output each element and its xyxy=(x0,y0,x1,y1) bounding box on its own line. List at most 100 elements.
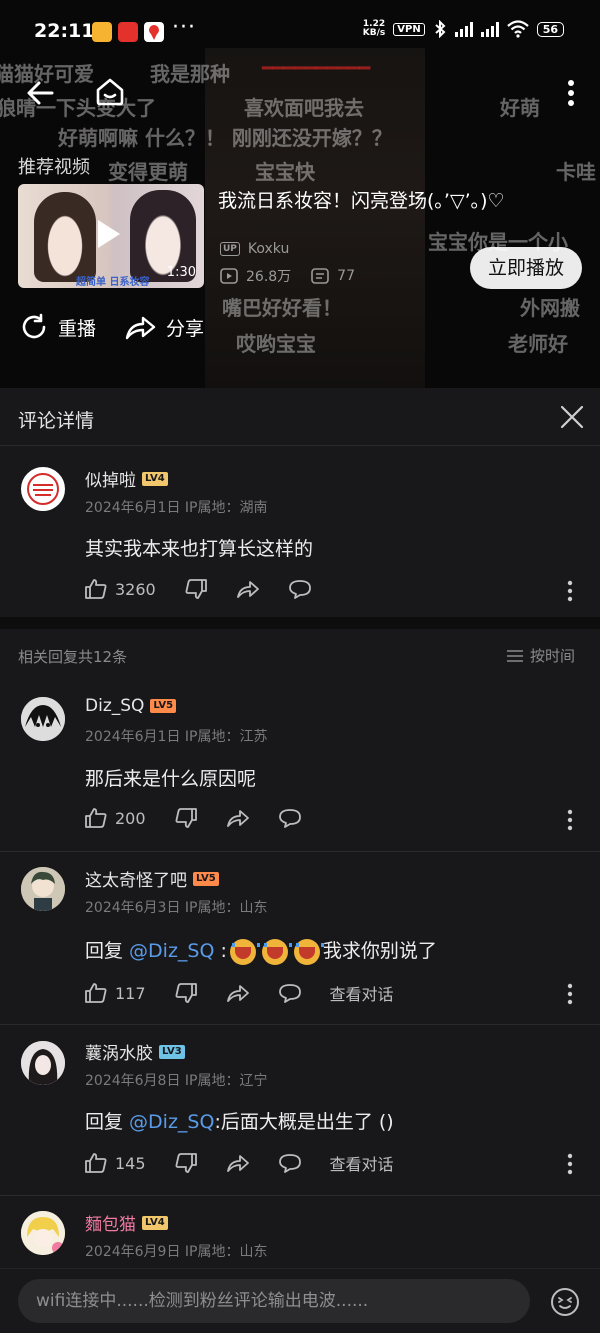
like-count: 3260 xyxy=(115,579,156,599)
level-badge: LV3 xyxy=(159,1044,185,1059)
thumbs-down-icon xyxy=(175,808,197,828)
play-now-button[interactable]: 立即播放 xyxy=(470,247,582,289)
danmaku: 喜欢面吧我去 xyxy=(244,96,364,120)
close-icon[interactable] xyxy=(559,404,585,430)
username[interactable]: 似掉啦 LV4 xyxy=(85,466,168,491)
uploader-row[interactable]: UP Koxku xyxy=(220,241,289,257)
comment-text: 回复 @Diz_SQ:后面大概是出生了 () xyxy=(85,1111,394,1133)
share-icon xyxy=(226,1155,249,1172)
shop-app-icon xyxy=(118,22,138,42)
share-comment-button[interactable] xyxy=(226,807,250,829)
view-conversation-link[interactable]: 查看对话 xyxy=(330,981,394,1005)
comment-text: 其实我本来也打算长这样的 xyxy=(85,538,314,560)
emoji-icon[interactable] xyxy=(550,1287,580,1317)
level-badge: LV4 xyxy=(142,471,168,486)
reply-button[interactable] xyxy=(278,982,302,1004)
network-speed: 1.22 KB/s xyxy=(362,19,386,38)
comment-bubble-icon xyxy=(288,580,311,599)
reply-button[interactable] xyxy=(278,807,302,829)
danmaku-count-icon xyxy=(311,268,329,284)
share-label: 分享 xyxy=(166,317,205,340)
avatar[interactable] xyxy=(21,1211,65,1255)
thumbs-up-icon xyxy=(85,983,107,1003)
like-button[interactable]: 117 xyxy=(84,982,146,1004)
thumbs-up-icon xyxy=(85,1153,107,1173)
more-vertical-icon[interactable] xyxy=(564,983,576,1005)
danmaku: 卡哇 xyxy=(556,160,596,184)
avatar[interactable] xyxy=(21,1041,65,1085)
share-button[interactable]: 分享 xyxy=(124,313,204,341)
username[interactable]: Diz_SQ LV5 xyxy=(85,696,177,716)
replay-button[interactable]: 重播 xyxy=(20,313,96,341)
comment-meta: 2024年6月8日 IP属地：辽宁 xyxy=(85,1073,268,1089)
share-icon xyxy=(226,985,249,1002)
video-player[interactable]: 猫猫好可爱 我是那种 ━━━━━━━━━━ 狼晴一下头变大了 喜欢面吧我去 好萌… xyxy=(0,0,600,388)
thumbs-down-icon xyxy=(185,579,207,599)
view-count: 26.8万 xyxy=(246,269,292,285)
username[interactable]: 蘘涡水胶 LV3 xyxy=(85,1039,185,1064)
dislike-button[interactable] xyxy=(174,807,198,829)
mention-link[interactable]: @Diz_SQ xyxy=(129,1111,214,1133)
recommended-label: 推荐视频 xyxy=(18,157,90,178)
danmaku: 好萌啊嘛 什么？！ 刚刚还没开嫁？？ xyxy=(58,126,392,150)
danmaku: 老师好 xyxy=(508,332,568,356)
more-vertical-icon[interactable] xyxy=(564,580,576,602)
recommended-video-title[interactable]: 我流日系妆容！闪亮登场(｡’▽’｡)♡ xyxy=(218,186,588,213)
dislike-button[interactable] xyxy=(174,1152,198,1174)
avatar[interactable] xyxy=(21,467,65,511)
level-badge: LV4 xyxy=(142,1215,168,1230)
share-comment-button[interactable] xyxy=(226,982,250,1004)
signal-icon xyxy=(454,21,473,37)
comment-meta: 2024年6月3日 IP属地：山东 xyxy=(85,900,268,916)
share-comment-button[interactable] xyxy=(226,1152,250,1174)
like-count: 117 xyxy=(115,983,146,1003)
comment-actions: 3260 xyxy=(84,578,340,600)
comment-actions: 117 查看对话 xyxy=(84,981,394,1005)
home-icon[interactable] xyxy=(93,74,127,108)
more-vertical-icon[interactable] xyxy=(564,1153,576,1175)
username[interactable]: 这太奇怪了吧 LV5 xyxy=(85,866,219,891)
thumbs-up-icon xyxy=(85,808,107,828)
recommended-video-thumbnail[interactable]: 1:30 超简单 日系妆容 xyxy=(18,184,204,288)
comment-meta: 2024年6月1日 IP属地：江苏 xyxy=(85,729,268,745)
more-notifications-icon: ··· xyxy=(172,15,196,40)
like-count: 200 xyxy=(115,808,146,828)
bluetooth-icon xyxy=(435,20,446,38)
like-button[interactable]: 145 xyxy=(84,1152,146,1174)
mention-link[interactable]: @Diz_SQ xyxy=(129,940,214,962)
like-button[interactable]: 200 xyxy=(84,807,146,829)
share-icon xyxy=(236,581,259,598)
back-arrow-icon[interactable] xyxy=(24,76,58,110)
more-vertical-icon[interactable] xyxy=(564,809,576,831)
thumbs-down-icon xyxy=(175,983,197,1003)
reply-button[interactable] xyxy=(278,1152,302,1174)
like-count: 145 xyxy=(115,1153,146,1173)
like-button[interactable]: 3260 xyxy=(84,578,156,600)
avatar[interactable] xyxy=(21,697,65,741)
share-comment-button[interactable] xyxy=(236,578,260,600)
sort-by-time-button[interactable]: 按时间 xyxy=(506,645,575,666)
comment-meta: 2024年6月1日 IP属地：湖南 xyxy=(85,500,268,516)
battery-icon: 56 xyxy=(536,21,564,37)
thumbnail-caption: 超简单 日系妆容 xyxy=(76,277,150,288)
comment-bubble-icon xyxy=(278,1154,301,1173)
dislike-button[interactable] xyxy=(174,982,198,1004)
uploader-name: Koxku xyxy=(247,241,290,257)
danmaku: 外网搬 xyxy=(520,296,580,320)
comment-bubble-icon xyxy=(278,984,301,1003)
dislike-button[interactable] xyxy=(184,578,208,600)
reply-item: 这太奇怪了吧 LV5 2024年6月3日 IP属地：山东 回复 @Diz_SQ … xyxy=(0,852,600,1024)
play-count-icon xyxy=(220,268,238,284)
reply-button[interactable] xyxy=(288,578,312,600)
danmaku: 嘴巴好好看！ xyxy=(222,296,342,320)
vpn-badge: VPN xyxy=(393,22,425,36)
comment-input[interactable]: wifi连接中......检测到粉丝评论输出电波...... xyxy=(18,1279,530,1323)
status-bar: 22:11 ··· 1.22 KB/s VPN 56 xyxy=(0,0,600,62)
avatar[interactable] xyxy=(21,867,65,911)
play-icon xyxy=(98,220,120,248)
view-conversation-link[interactable]: 查看对话 xyxy=(330,1151,394,1175)
reply-item: 蘘涡水胶 LV3 2024年6月8日 IP属地：辽宁 回复 @Diz_SQ:后面… xyxy=(0,1025,600,1195)
username[interactable]: 麵包猫 LV4 xyxy=(85,1210,168,1235)
video-duration: 1:30 xyxy=(166,265,196,280)
more-vertical-icon[interactable] xyxy=(556,76,586,110)
